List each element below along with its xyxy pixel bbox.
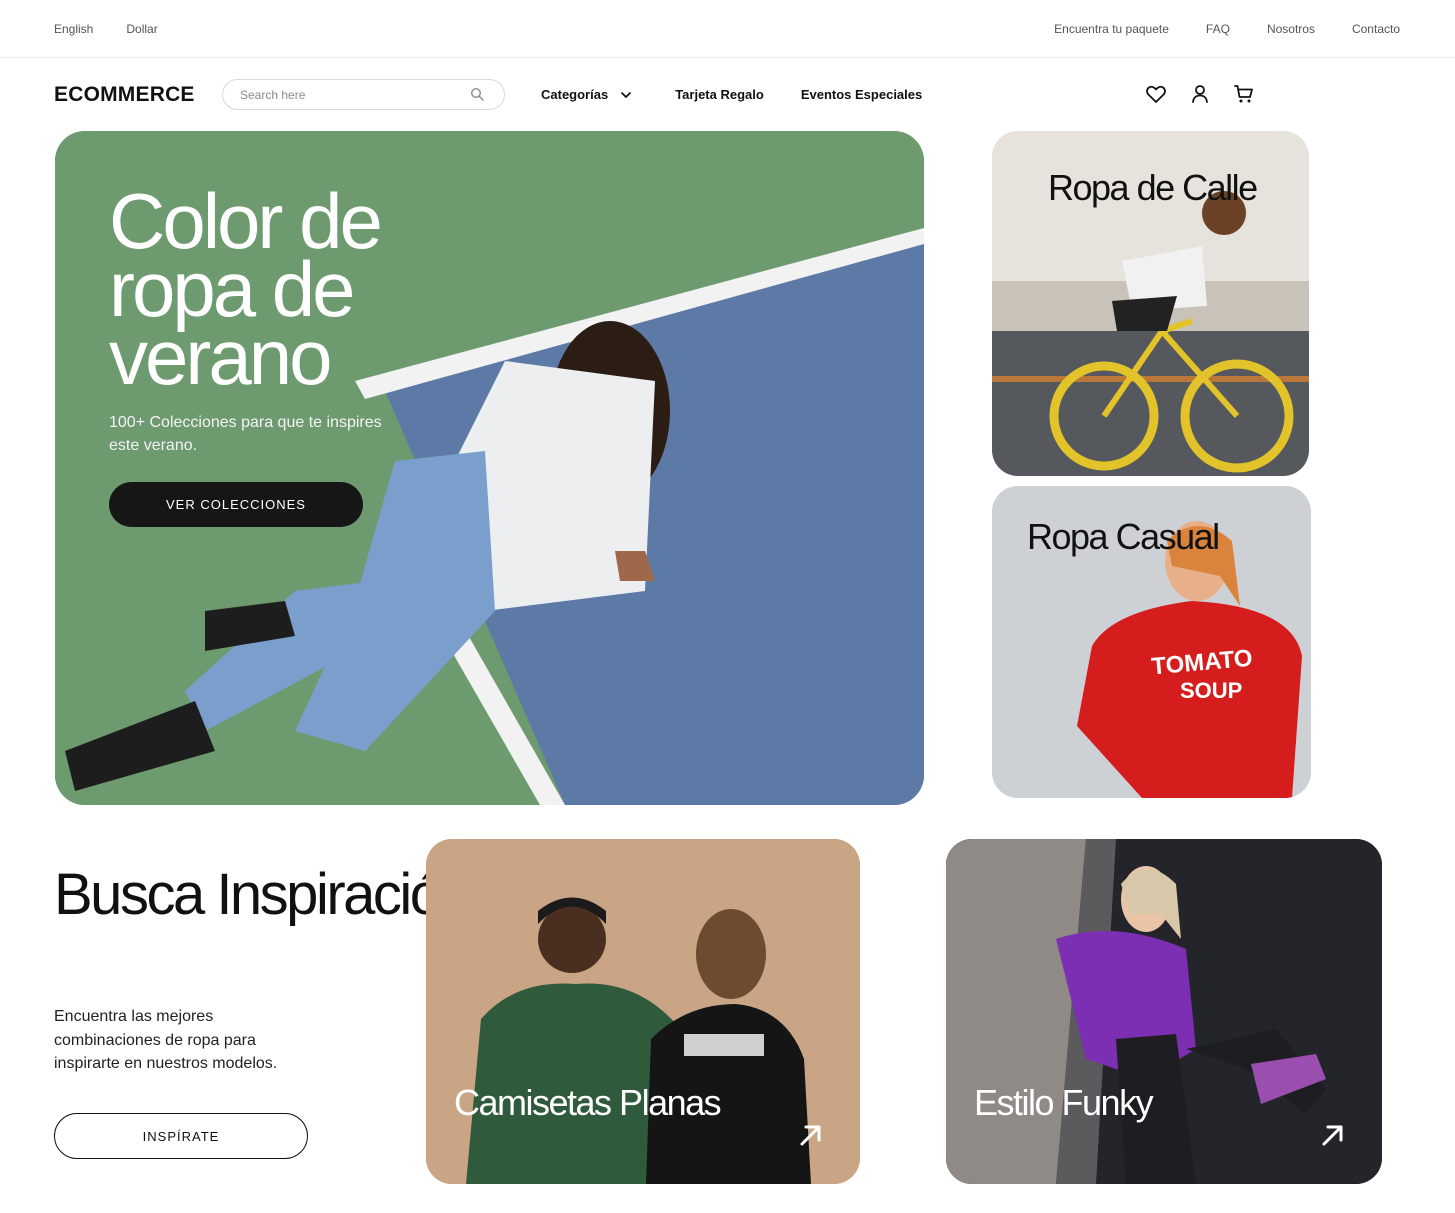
utility-link-about[interactable]: Nosotros: [1267, 22, 1315, 36]
funky-style-image: [946, 839, 1382, 1184]
search-box: [222, 79, 505, 110]
category-title-casual: Ropa Casual: [1027, 516, 1220, 557]
inspire-button[interactable]: INSPÍRATE: [54, 1113, 308, 1159]
utility-links: Encuentra tu paquete FAQ Nosotros Contac…: [1054, 22, 1400, 36]
category-card-street[interactable]: Ropa de Calle: [992, 131, 1309, 476]
main-header: ECOMMERCE Categorías Tarjeta Regalo Even…: [0, 58, 1455, 130]
hero-banner: Color de ropa de verano 100+ Colecciones…: [55, 131, 924, 805]
plain-tees-image: [426, 839, 860, 1184]
nav-gift-card[interactable]: Tarjeta Regalo: [675, 87, 764, 102]
collection-title-plain-tees: Camisetas Planas: [454, 1082, 722, 1123]
collection-title-funky-style: Estilo Funky: [974, 1082, 1154, 1123]
nav-categories[interactable]: Categorías: [541, 87, 633, 102]
utility-link-package[interactable]: Encuentra tu paquete: [1054, 22, 1169, 36]
user-icon[interactable]: [1188, 82, 1212, 106]
language-selector[interactable]: English: [54, 22, 93, 36]
cart-icon[interactable]: [1232, 82, 1256, 106]
locale-selectors: English Dollar: [54, 22, 158, 36]
chevron-down-icon: [619, 88, 633, 102]
hero-title: Color de ropa de verano: [109, 177, 383, 401]
hero-subtitle: 100+ Colecciones para que te inspires es…: [109, 414, 382, 454]
currency-selector[interactable]: Dollar: [126, 22, 157, 36]
main-nav: Categorías Tarjeta Regalo Eventos Especi…: [541, 87, 922, 102]
heart-icon[interactable]: [1144, 82, 1168, 106]
nav-special-events[interactable]: Eventos Especiales: [801, 87, 922, 102]
utility-link-faq[interactable]: FAQ: [1206, 22, 1230, 36]
arrow-up-right-icon[interactable]: [1319, 1121, 1347, 1149]
view-collections-button[interactable]: VER COLECCIONES: [109, 482, 363, 527]
nav-categories-label: Categorías: [541, 87, 609, 102]
search-icon[interactable]: [470, 87, 485, 102]
svg-text:SOUP: SOUP: [1180, 678, 1242, 703]
arrow-up-right-icon[interactable]: [797, 1121, 825, 1149]
inspiration-title: Busca Inspiración: [54, 862, 472, 927]
category-card-casual[interactable]: TOMATO SOUP Ropa Casual: [992, 486, 1311, 798]
top-utility-bar: English Dollar Encuentra tu paquete FAQ …: [0, 0, 1455, 58]
utility-link-contact[interactable]: Contacto: [1352, 22, 1400, 36]
collection-card-funky-style[interactable]: Estilo Funky: [946, 839, 1382, 1184]
search-input[interactable]: [240, 86, 460, 104]
collection-card-plain-tees[interactable]: Camisetas Planas: [426, 839, 860, 1184]
logo[interactable]: ECOMMERCE: [54, 83, 195, 107]
inspiration-text: Encuentra las mejores combinaciones de r…: [54, 1008, 278, 1072]
header-actions: [1144, 82, 1256, 106]
category-title-street: Ropa de Calle: [1048, 167, 1258, 208]
